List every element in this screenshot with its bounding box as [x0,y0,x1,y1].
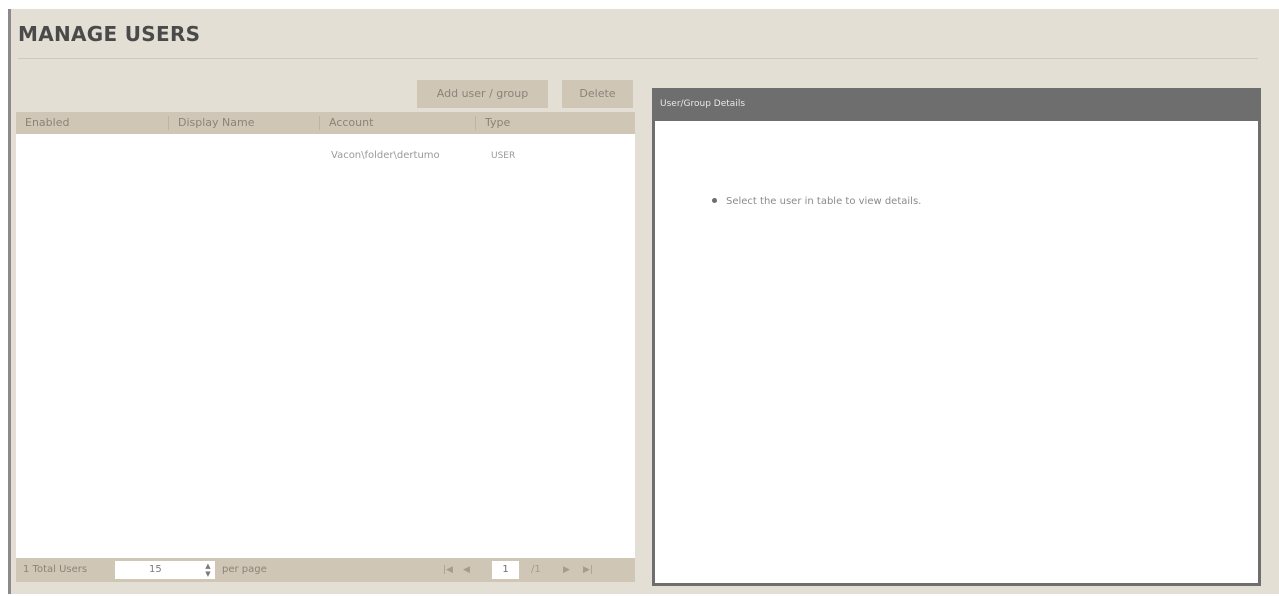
column-header-type[interactable]: Type [485,112,510,134]
details-message: Select the user in table to view details… [712,194,921,210]
add-user-group-button[interactable]: Add user / group [417,80,548,108]
last-page-icon[interactable]: ▶| [583,558,593,582]
row-type-cell: USER [491,151,516,161]
column-divider [319,116,320,130]
details-message-text: Select the user in table to view details… [726,196,922,207]
per-page-input[interactable]: 15 [115,561,215,579]
first-page-icon[interactable]: |◀ [443,558,453,582]
pagination-bar: 1 Total Users 15 ▲ ▼ per page |◀ ◀ 1 /1 ▶… [16,558,635,582]
title-divider [18,58,1258,59]
details-header: User/Group Details [652,88,1261,121]
column-header-display-name[interactable]: Display Name [178,112,255,134]
column-header-enabled[interactable]: Enabled [25,112,69,134]
delete-button[interactable]: Delete [562,80,633,108]
details-title: User/Group Details [660,99,746,109]
column-divider [168,116,169,130]
details-panel [652,88,1261,586]
app-frame: MANAGE USERS Add user / group Delete Ena… [0,0,1279,596]
table-header: Enabled Display Name Account Type [16,112,635,134]
total-users-label: 1 Total Users [23,564,88,575]
stepper-arrows-icon[interactable]: ▲ ▼ [204,562,212,578]
page-title: MANAGE USERS [18,22,201,46]
column-divider [475,116,476,130]
column-header-account[interactable]: Account [329,112,373,134]
users-table: Enabled Display Name Account Type Vacon\… [16,112,635,577]
per-page-label: per page [222,564,267,575]
next-page-icon[interactable]: ▶ [563,558,570,582]
prev-page-icon[interactable]: ◀ [463,558,470,582]
page-count-label: /1 [531,564,541,575]
row-account-cell: Vacon\folder\dertumo [331,150,440,161]
page-number-input[interactable]: 1 [492,561,519,579]
bullet-icon [712,197,717,203]
table-row[interactable]: Vacon\folder\dertumo USER [16,146,635,166]
